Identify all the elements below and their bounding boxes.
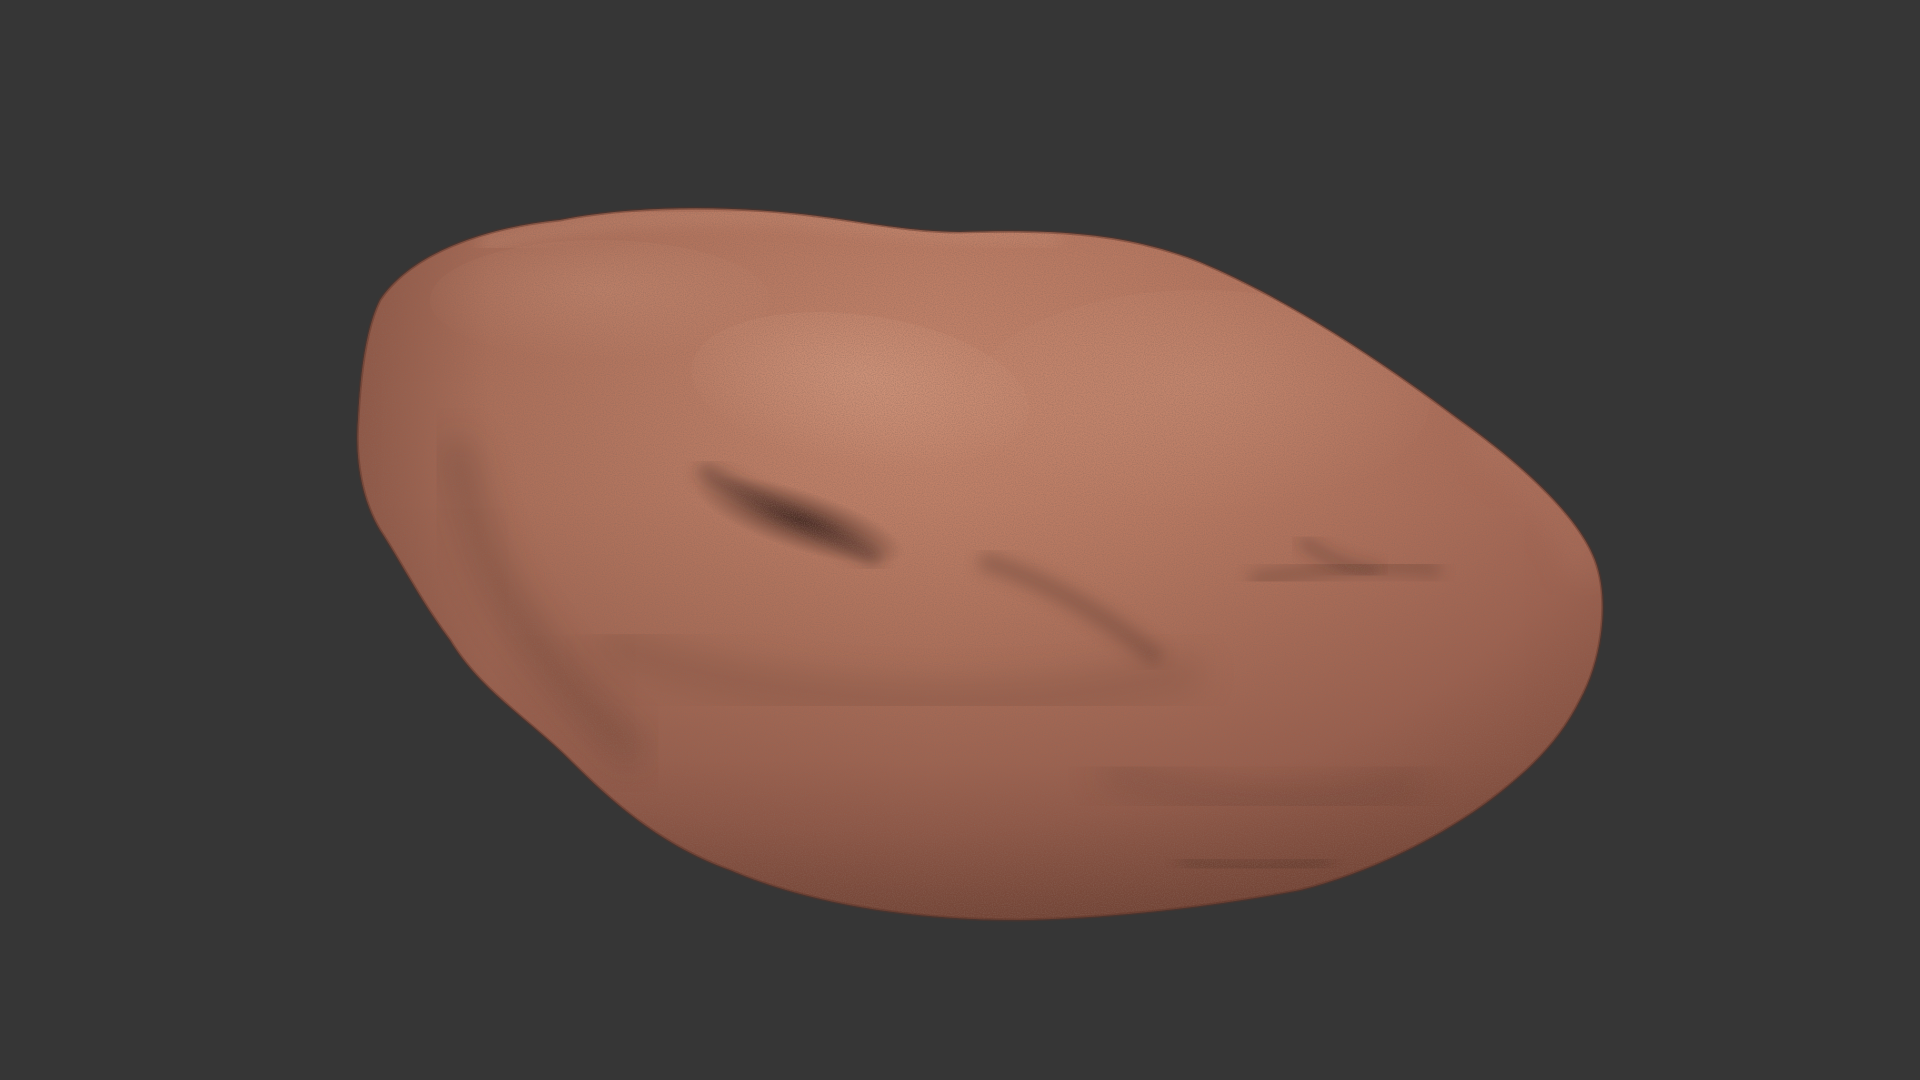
rock-body bbox=[355, 206, 1605, 922]
rock-render bbox=[355, 206, 1605, 922]
render-viewport bbox=[0, 0, 1920, 1080]
